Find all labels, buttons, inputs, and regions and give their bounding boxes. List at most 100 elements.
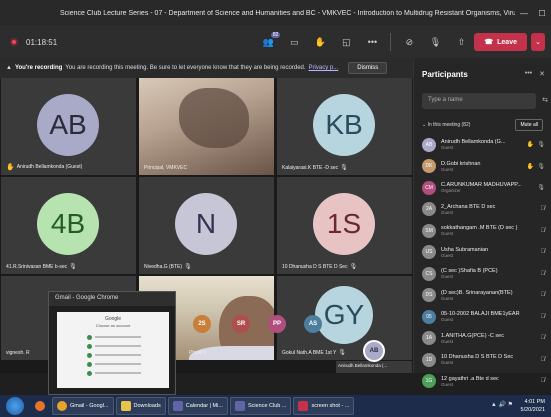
paint-icon: [298, 401, 309, 411]
chat-button[interactable]: ▭: [284, 32, 304, 52]
participant-search-input[interactable]: Type a name: [422, 93, 536, 109]
tile-name: Nivedha.G (BTE) 🎙: [144, 263, 192, 271]
minimize-button[interactable]: —: [515, 0, 533, 26]
participant-row[interactable]: 2A 2_Archana BTE D sec Guest 🎙̸: [414, 199, 551, 221]
in-meeting-header[interactable]: ⌄ In this meeting (82): [422, 122, 470, 128]
taskbar-app-calendar[interactable]: Calendar | Mi...: [167, 397, 228, 415]
breakout-button[interactable]: ◱: [336, 32, 356, 52]
more-icon[interactable]: •••: [525, 70, 532, 78]
participant-info: 10 Dhanusha D S BTE D Sec Guest: [441, 354, 541, 365]
clock[interactable]: 4:01 PM 5/20/2021: [521, 398, 545, 414]
video-tile[interactable]: GY Gokul Nath.A BME 1st Y 🎙: [277, 276, 412, 360]
taskbar-app-firefox[interactable]: [30, 397, 50, 415]
share-invite-icon[interactable]: ⇆: [542, 96, 548, 104]
people-icon: 👥: [262, 36, 275, 47]
tile-name: ✋ Anirudh Bellamkonda (Guest): [6, 164, 83, 171]
taskbar-app-screenshot[interactable]: screen shot - ...: [293, 397, 355, 415]
participant-row[interactable]: AB Anirudh Bellamkonda (G... Guest ✋ 🎙: [414, 134, 551, 156]
toolbar-divider: [390, 33, 392, 51]
participant-avatar: 1G: [422, 374, 436, 389]
participant-info: 2_Archana BTE D sec Guest: [441, 204, 541, 215]
participant-row[interactable]: CS (C sec )Shafia B (PCE) Guest 🎙̸: [414, 263, 551, 285]
account-row[interactable]: [87, 370, 141, 376]
video-tile[interactable]: 4B 41.R.Srinivasan BME b-sec 🎙: [1, 177, 136, 274]
mic-off-icon: 🎙: [338, 350, 347, 356]
camera-off-icon: ⊘: [405, 36, 414, 47]
participant-avatar[interactable]: SR: [232, 315, 250, 333]
self-avatar: AB: [363, 340, 385, 362]
taskbar-app-meeting[interactable]: Science Club ...: [229, 397, 292, 415]
video-tile[interactable]: 1S 10 Dhanusha D S BTE D Sec 🎙: [277, 177, 412, 274]
mic-off-icon: 🎙̸: [540, 227, 546, 234]
participant-row[interactable]: DK D.Gobi krishnan Guest ✋ 🎙: [414, 156, 551, 178]
hand-icon: ✋: [314, 36, 327, 47]
participant-row[interactable]: SM sokkathangam .M BTE (D sec ) Guest 🎙̸: [414, 220, 551, 242]
mic-icon: 🎙: [429, 36, 442, 47]
participant-row[interactable]: US Usha Subramanian Guest 🎙̸: [414, 242, 551, 264]
participant-row[interactable]: 1A 1.ANITHA.G(PCE) -C sec Guest 🎙̸: [414, 328, 551, 350]
participant-row[interactable]: 1D 10 Dhanusha D S BTE D Sec Guest 🎙̸: [414, 349, 551, 371]
share-button[interactable]: ⇧: [451, 32, 471, 52]
participant-info: (C sec )Shafia B (PCE) Guest: [441, 268, 541, 279]
participant-role: Organizer: [441, 188, 461, 194]
taskbar-app-downloads[interactable]: Downloads: [115, 397, 166, 415]
windows-taskbar: Gmail - Googl... Downloads Calendar | Mi…: [0, 395, 551, 417]
avatar: KB: [313, 94, 375, 156]
account-row[interactable]: [87, 352, 141, 358]
tile-name: Physics: [189, 350, 207, 356]
video-tile[interactable]: N Nivedha.G (BTE) 🎙: [139, 177, 274, 274]
video-tile[interactable]: Principal, VMKVEC: [139, 78, 274, 175]
leave-button[interactable]: ☎ Leave: [474, 33, 527, 51]
start-button[interactable]: [6, 397, 24, 415]
raised-hand-icon: ✋: [526, 142, 535, 149]
video-feed: [179, 88, 249, 148]
video-tile[interactable]: AB ✋ Anirudh Bellamkonda (Guest): [1, 78, 136, 175]
mute-all-button[interactable]: Mute all: [515, 119, 543, 131]
participant-row[interactable]: 05 05-10-2002 BALAJI BME1yEAR Guest 🎙̸: [414, 306, 551, 328]
participant-avatar[interactable]: 2S: [193, 315, 211, 333]
participants-button[interactable]: 👥 82: [258, 32, 281, 52]
taskbar-app-chrome[interactable]: Gmail - Googl...: [52, 397, 114, 415]
mic-off-icon: 🎙: [184, 264, 192, 270]
leave-dropdown-button[interactable]: ⌄: [531, 33, 545, 51]
privacy-link[interactable]: Privacy p...: [309, 65, 339, 71]
self-name: Anirudh Bellamkonda (...: [338, 363, 388, 368]
tile-name: 41.R.Srinivasan BME b-sec 🎙: [6, 263, 77, 271]
teams-icon: [234, 401, 245, 411]
dismiss-button[interactable]: Dismiss: [348, 62, 388, 74]
chrome-preview-popup[interactable]: Gmail - Google Chrome Google Choose an a…: [48, 291, 176, 395]
phone-icon: ☎: [484, 39, 494, 46]
rooms-icon: ◱: [342, 36, 351, 47]
account-row[interactable]: [87, 334, 141, 340]
mic-off-icon: 🎙̸: [540, 378, 546, 385]
participant-avatar: SM: [422, 223, 436, 238]
participant-status: 🎙̸: [541, 357, 546, 363]
mic-off-icon: 🎙̸: [540, 270, 546, 277]
participant-role: Guest: [441, 274, 454, 280]
camera-button[interactable]: ⊘: [399, 32, 419, 52]
participant-row[interactable]: DS (D sec)B. Srinarayanan(BTE) Guest 🎙̸: [414, 285, 551, 307]
system-tray[interactable]: ▲ 🔊 ⚑: [491, 401, 513, 408]
account-row[interactable]: [87, 343, 141, 349]
avatar: 4B: [37, 193, 99, 255]
more-actions-button[interactable]: •••: [362, 32, 382, 52]
maximize-button[interactable]: ☐: [533, 0, 551, 26]
more-icon: •••: [367, 37, 378, 47]
account-row[interactable]: [87, 361, 141, 367]
share-icon: ⇧: [457, 36, 466, 47]
participant-avatar[interactable]: AS: [304, 315, 322, 333]
participant-avatar: CM: [422, 180, 436, 195]
raise-hand-button[interactable]: ✋: [310, 32, 330, 52]
participant-row[interactable]: 1G 12 gayathri .a Bte d sec Guest 🎙̸: [414, 371, 551, 393]
video-tile[interactable]: KB Kalaiyarasi.K BTE -D sec 🎙: [277, 78, 412, 175]
tile-name: Kalaiyarasi.K BTE -D sec 🎙: [282, 164, 348, 172]
participant-row[interactable]: CM C.ARUNKUMAR MADHUVAPP... Organizer 🎙: [414, 177, 551, 199]
participant-avatar[interactable]: PP: [268, 315, 286, 333]
mic-button[interactable]: 🎙: [425, 32, 445, 52]
mic-off-icon: 🎙: [69, 264, 77, 270]
participant-info: Usha Subramanian Guest: [441, 247, 541, 258]
participant-status: 🎙̸: [541, 378, 546, 384]
popup-subheading: Choose an account: [95, 323, 131, 328]
recording-banner: ▲ You're recording You are recording thi…: [0, 58, 413, 78]
close-icon[interactable]: ✕: [539, 70, 545, 78]
